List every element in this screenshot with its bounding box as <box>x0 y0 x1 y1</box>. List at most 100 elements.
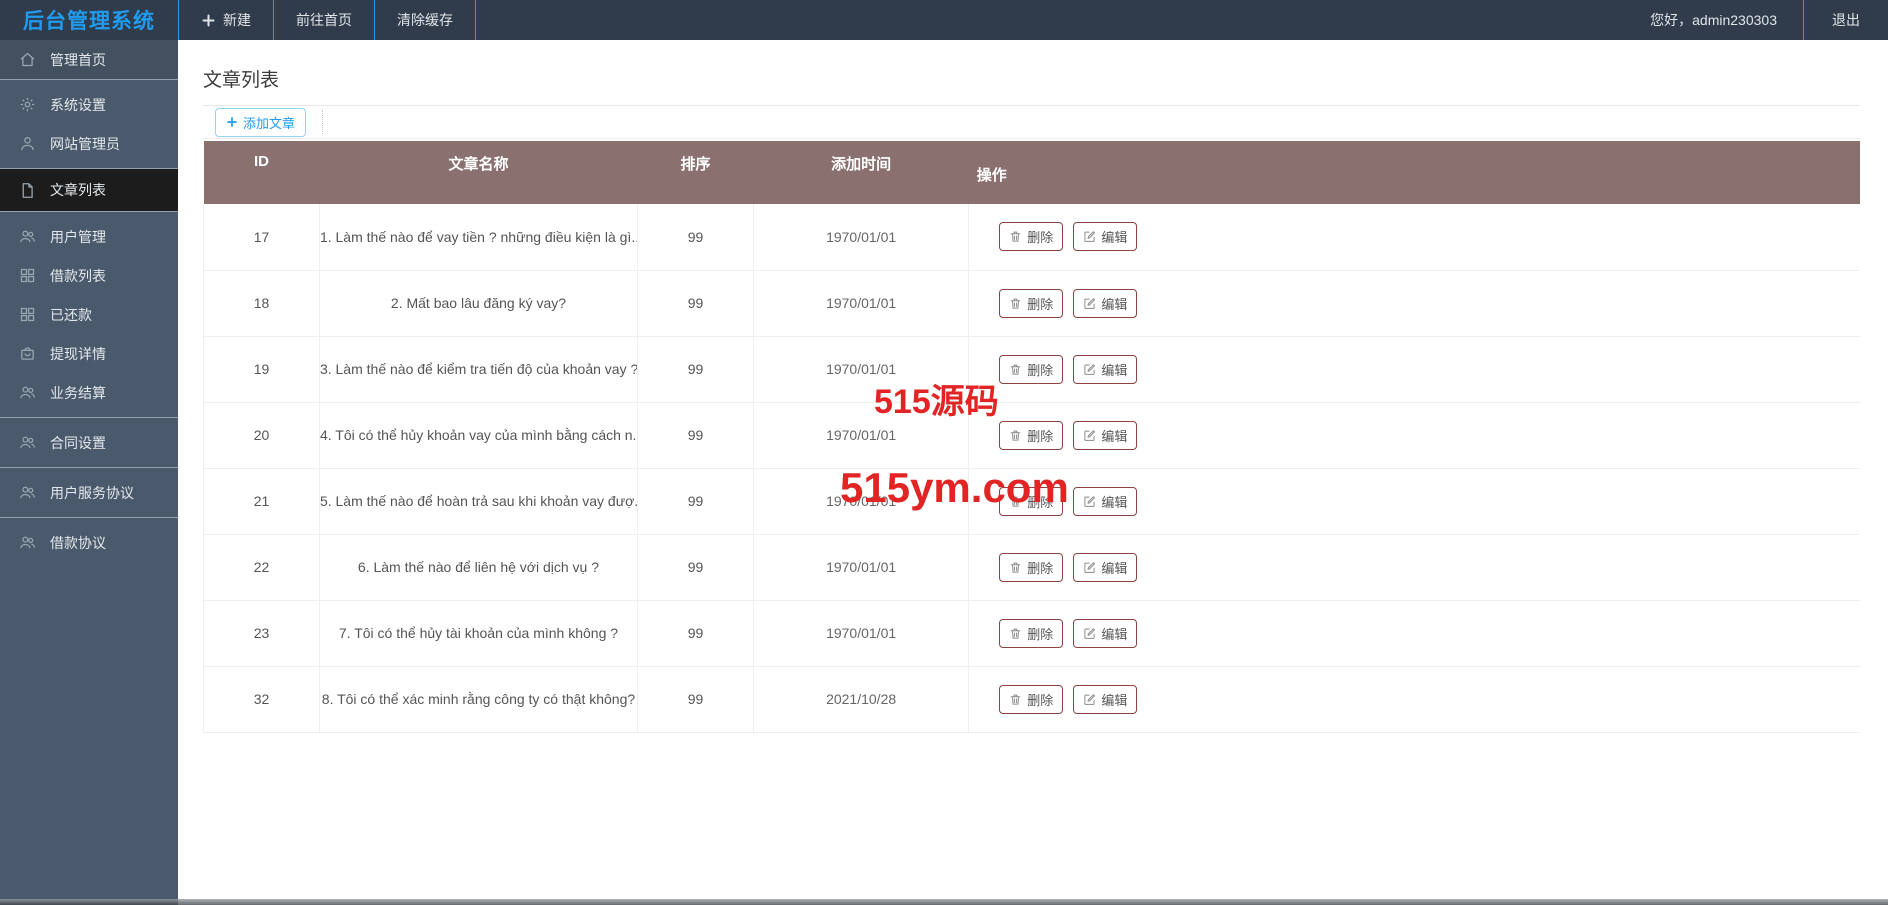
sidebar-item-label: 网站管理员 <box>50 134 120 154</box>
bag-icon <box>19 345 36 362</box>
sidebar-item-loan-list[interactable]: 借款列表 <box>0 256 178 295</box>
logout-button[interactable]: 退出 <box>1804 0 1888 40</box>
sidebar-item-loan-agreement[interactable]: 借款协议 <box>0 523 178 562</box>
cell-sort: 99 <box>638 336 754 402</box>
sidebar-item-label: 提现详情 <box>50 344 106 364</box>
edit-button[interactable]: 编辑 <box>1073 487 1137 516</box>
cell-actions: 删除 编辑 <box>969 468 1860 534</box>
home-icon <box>19 51 36 68</box>
edit-button[interactable]: 编辑 <box>1073 421 1137 450</box>
brand-logo[interactable]: 后台管理系统 <box>0 0 178 40</box>
cell-actions: 删除 编辑 <box>969 666 1860 732</box>
cell-date: 2021/10/28 <box>753 666 968 732</box>
cell-actions: 删除编辑 <box>969 270 1860 336</box>
sidebar-item-repaid[interactable]: 已还款 <box>0 295 178 334</box>
table-row: 204. Tôi có thể hủy khoản vay của mình b… <box>204 402 1861 468</box>
cell-id: 18 <box>204 270 320 336</box>
sidebar-item-label: 已还款 <box>50 305 92 325</box>
edit-button[interactable]: 编辑 <box>1073 619 1137 648</box>
table-body: 171. Làm thế nào để vay tiền ? những điề… <box>204 204 1861 732</box>
edit-button[interactable]: 编辑 <box>1073 289 1137 318</box>
delete-button[interactable]: 删除 <box>999 289 1063 318</box>
cell-actions: 删除编辑 <box>969 204 1860 270</box>
delete-button[interactable]: 删除 <box>999 355 1063 384</box>
topnav-item-label: 新建 <box>223 10 251 30</box>
delete-button[interactable]: 删除 <box>999 222 1063 251</box>
edit-icon <box>1083 363 1096 376</box>
delete-button[interactable]: 删除 <box>999 421 1063 450</box>
add-article-button[interactable]: 添加文章 <box>215 108 306 137</box>
table-row: 171. Làm thế nào để vay tiền ? những điề… <box>204 204 1861 270</box>
edit-icon <box>1083 693 1096 706</box>
edit-button[interactable]: 编辑 <box>1073 553 1137 582</box>
cell-sort: 99 <box>638 270 754 336</box>
grid-icon <box>19 306 36 323</box>
sidebar-item-business-settlement[interactable]: 业务结算 <box>0 373 178 412</box>
cell-title: 2. Mất bao lâu đăng ký vay? <box>319 270 637 336</box>
delete-button-label: 删除 <box>1027 624 1053 643</box>
sidebar-item-user-service-agreement[interactable]: 用户服务协议 <box>0 473 178 512</box>
cell-id: 21 <box>204 468 320 534</box>
sidebar-item-system-settings[interactable]: 系统设置 <box>0 85 178 124</box>
edit-icon <box>1083 561 1096 574</box>
sidebar-item-admin-home[interactable]: 管理首页 <box>0 40 178 79</box>
edit-button[interactable]: 编辑 <box>1073 222 1137 251</box>
edit-button-label: 编辑 <box>1101 360 1127 379</box>
topnav-item-new[interactable]: 新建 <box>178 0 273 40</box>
gear-icon <box>19 96 36 113</box>
sidebar-item-withdrawal-details[interactable]: 提现详情 <box>0 334 178 373</box>
user-icon <box>19 135 36 152</box>
edit-button-label: 编辑 <box>1101 558 1127 577</box>
delete-button[interactable]: 删除 <box>999 553 1063 582</box>
trash-icon <box>1009 297 1022 310</box>
edit-button-label: 编辑 <box>1101 690 1127 709</box>
sidebar-item-label: 合同设置 <box>50 433 106 453</box>
cell-date: 1970/01/01 <box>753 468 968 534</box>
users-icon <box>19 534 36 551</box>
cell-title: 6. Làm thế nào để liên hệ với dịch vụ ? <box>319 534 637 600</box>
sidebar-item-label: 用户管理 <box>50 227 106 247</box>
plus-icon <box>226 116 238 128</box>
add-article-label: 添加文章 <box>243 113 295 132</box>
cell-sort: 99 <box>638 204 754 270</box>
cell-sort: 99 <box>638 600 754 666</box>
delete-button[interactable]: 删除 <box>999 685 1063 714</box>
delete-button-label: 删除 <box>1027 558 1053 577</box>
delete-button-label: 删除 <box>1027 492 1053 511</box>
edit-button-label: 编辑 <box>1101 624 1127 643</box>
toolbar-divider <box>322 110 323 134</box>
edit-icon <box>1083 297 1096 310</box>
trash-icon <box>1009 495 1022 508</box>
cell-actions: 删除 编辑 <box>969 402 1860 468</box>
topnav-item-clear-cache[interactable]: 清除缓存 <box>374 0 476 40</box>
sidebar-group: 文章列表 <box>0 168 178 211</box>
cell-title: 7. Tôi có thể hủy tài khoản của mình khô… <box>319 600 637 666</box>
plus-icon <box>201 13 216 28</box>
table-row: 237. Tôi có thể hủy tài khoản của mình k… <box>204 600 1861 666</box>
sidebar-item-article-list[interactable]: 文章列表 <box>0 169 178 211</box>
sidebar-item-user-management[interactable]: 用户管理 <box>0 217 178 256</box>
cell-date: 1970/01/01 <box>753 336 968 402</box>
edit-button[interactable]: 编辑 <box>1073 355 1137 384</box>
article-table: ID 文章名称 排序 添加时间 操作 171. Làm thế nào để v… <box>203 141 1860 733</box>
cell-sort: 99 <box>638 468 754 534</box>
users-icon <box>19 384 36 401</box>
header-id: ID <box>204 141 320 204</box>
topnav-item-go-home[interactable]: 前往首页 <box>273 0 374 40</box>
sidebar-item-site-admin[interactable]: 网站管理员 <box>0 124 178 163</box>
sidebar-item-contract-settings[interactable]: 合同设置 <box>0 423 178 462</box>
users-icon <box>19 484 36 501</box>
trash-icon <box>1009 561 1022 574</box>
header-actions: 操作 <box>969 141 1860 204</box>
delete-button[interactable]: 删除 <box>999 619 1063 648</box>
edit-button[interactable]: 编辑 <box>1073 685 1137 714</box>
sidebar-item-label: 文章列表 <box>50 180 106 200</box>
delete-button[interactable]: 删除 <box>999 487 1063 516</box>
sidebar-item-label: 用户服务协议 <box>50 483 134 503</box>
cell-date: 1970/01/01 <box>753 600 968 666</box>
cell-actions: 删除 编辑 <box>969 600 1860 666</box>
sidebar-group: 用户服务协议 <box>0 467 178 517</box>
sidebar-group: 管理首页 <box>0 40 178 79</box>
topnav-item-label: 清除缓存 <box>397 10 453 30</box>
delete-button-label: 删除 <box>1027 426 1053 445</box>
